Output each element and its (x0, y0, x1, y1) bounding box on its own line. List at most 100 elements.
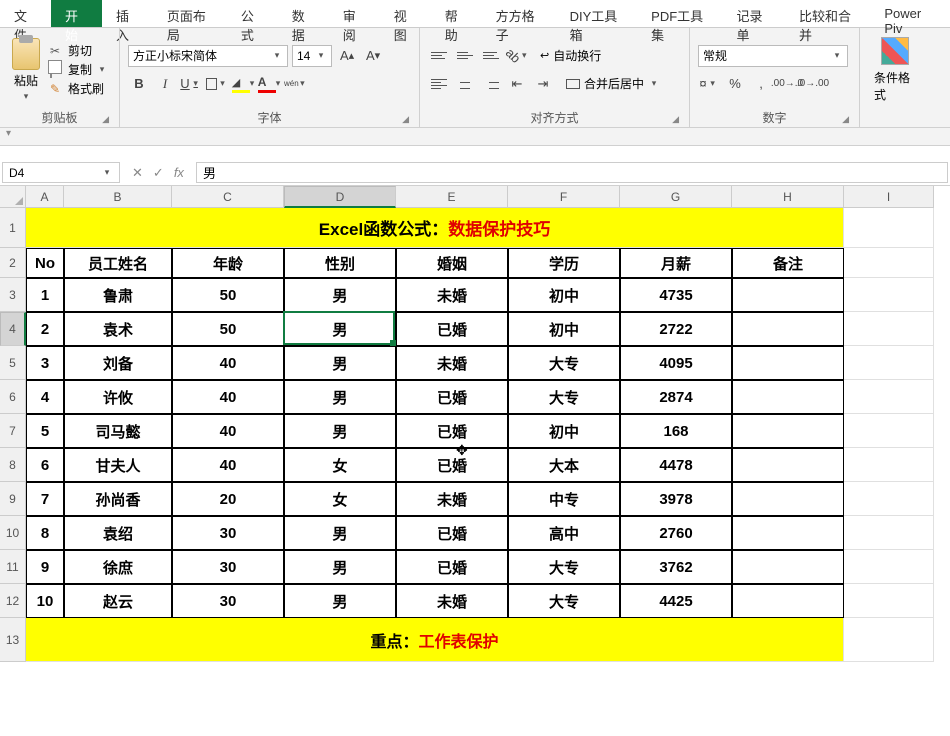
dialog-launcher-icon[interactable]: ◢ (698, 114, 849, 125)
fill-color-button[interactable]: ◢▾ (232, 73, 254, 95)
cell[interactable]: 未婚 (396, 584, 508, 618)
chevron-down-icon[interactable]: ▾ (101, 167, 113, 178)
menu-tab-4[interactable]: 公式 (227, 0, 278, 27)
cell[interactable] (844, 346, 934, 380)
cell[interactable]: 3 (26, 346, 64, 380)
title-cell[interactable]: Excel函数公式：数据保护技巧 (26, 208, 844, 248)
cell[interactable]: 已婚 (396, 380, 508, 414)
menu-tab-3[interactable]: 页面布局 (153, 0, 227, 27)
column-header[interactable]: A (26, 186, 64, 208)
cell[interactable]: 5 (26, 414, 64, 448)
font-color-button[interactable]: A▾ (258, 73, 280, 95)
align-middle-button[interactable] (454, 45, 476, 67)
align-top-button[interactable] (428, 45, 450, 67)
border-button[interactable]: ▾ (206, 73, 228, 95)
cell[interactable]: 4735 (620, 278, 732, 312)
cell[interactable] (844, 312, 934, 346)
quick-access-collapsed[interactable]: ▾ (0, 128, 950, 146)
cell[interactable]: 3762 (620, 550, 732, 584)
cell[interactable]: 大专 (508, 584, 620, 618)
enter-icon[interactable]: ✓ (153, 165, 164, 181)
cell[interactable]: 刘备 (64, 346, 172, 380)
cell[interactable] (844, 208, 934, 248)
align-left-button[interactable] (428, 73, 450, 95)
menu-tab-8[interactable]: 帮助 (431, 0, 482, 27)
row-header[interactable]: 12 (0, 584, 26, 618)
menu-tab-13[interactable]: 比较和合并 (785, 0, 870, 27)
row-header[interactable]: 5 (0, 346, 26, 380)
cell[interactable]: 已婚 (396, 550, 508, 584)
column-header[interactable]: H (732, 186, 844, 208)
cell[interactable]: 30 (172, 584, 284, 618)
conditional-format-button[interactable]: 条件格式 (868, 37, 922, 103)
cell[interactable]: 2722 (620, 312, 732, 346)
chevron-down-icon[interactable]: ▾ (96, 64, 108, 75)
cell[interactable]: 2 (26, 312, 64, 346)
cell[interactable]: 孙尚香 (64, 482, 172, 516)
cell[interactable]: 4095 (620, 346, 732, 380)
italic-button[interactable]: I (154, 73, 176, 95)
cell[interactable]: 40 (172, 414, 284, 448)
copy-button[interactable]: 复制▾ (50, 60, 108, 79)
cell[interactable]: 许攸 (64, 380, 172, 414)
menu-tab-1[interactable]: 开始 (51, 0, 102, 27)
cell[interactable] (732, 584, 844, 618)
cell[interactable]: 8 (26, 516, 64, 550)
menu-tab-10[interactable]: DIY工具箱 (556, 0, 638, 27)
column-header[interactable]: G (620, 186, 732, 208)
menu-tab-11[interactable]: PDF工具集 (637, 0, 722, 27)
cells-area[interactable]: Excel函数公式：数据保护技巧No员工姓名年龄性别婚姻学历月薪备注1鲁肃50男… (26, 208, 950, 662)
cell[interactable]: 已婚 (396, 448, 508, 482)
cell[interactable]: 大本 (508, 448, 620, 482)
percent-button[interactable]: % (724, 73, 746, 95)
font-size-select[interactable]: 14▾ (292, 45, 332, 67)
cell[interactable]: 4425 (620, 584, 732, 618)
font-name-select[interactable]: 方正小标宋简体▾ (128, 45, 288, 67)
column-header[interactable]: C (172, 186, 284, 208)
cell[interactable]: 女 (284, 482, 396, 516)
cell[interactable]: 30 (172, 550, 284, 584)
cell[interactable]: 学历 (508, 248, 620, 278)
cell[interactable] (844, 550, 934, 584)
cell[interactable] (732, 312, 844, 346)
cell[interactable]: 未婚 (396, 346, 508, 380)
menu-tab-14[interactable]: Power Piv (870, 0, 950, 27)
cell[interactable]: 男 (284, 584, 396, 618)
cell[interactable]: 大专 (508, 550, 620, 584)
row-header[interactable]: 1 (0, 208, 26, 248)
cell[interactable]: 赵云 (64, 584, 172, 618)
cell[interactable]: 40 (172, 346, 284, 380)
cell[interactable]: 20 (172, 482, 284, 516)
wrap-text-button[interactable]: ↩自动换行 (540, 46, 601, 65)
cell[interactable]: 备注 (732, 248, 844, 278)
footer-cell[interactable]: 重点：工作表保护 (26, 618, 844, 662)
cell[interactable]: 4478 (620, 448, 732, 482)
cell[interactable]: 鲁肃 (64, 278, 172, 312)
select-all-corner[interactable] (0, 186, 26, 208)
spreadsheet-grid[interactable]: 12345678910111213 ABCDEFGHI Excel函数公式：数据… (0, 186, 950, 704)
row-header[interactable]: 10 (0, 516, 26, 550)
cell[interactable]: 40 (172, 380, 284, 414)
cell[interactable]: 初中 (508, 312, 620, 346)
cell[interactable] (844, 414, 934, 448)
menu-tab-7[interactable]: 视图 (380, 0, 431, 27)
cell[interactable] (732, 346, 844, 380)
cell[interactable] (844, 448, 934, 482)
cell[interactable] (732, 414, 844, 448)
column-header[interactable]: B (64, 186, 172, 208)
cell[interactable]: 50 (172, 278, 284, 312)
cell[interactable]: 9 (26, 550, 64, 584)
cell[interactable]: 婚姻 (396, 248, 508, 278)
paste-button[interactable]: 粘贴 ▾ (8, 38, 44, 102)
cell[interactable]: 袁术 (64, 312, 172, 346)
dialog-launcher-icon[interactable]: ◢ (428, 114, 679, 125)
cell[interactable]: 已婚 (396, 312, 508, 346)
cell[interactable] (732, 278, 844, 312)
cell[interactable] (732, 516, 844, 550)
cell[interactable] (844, 482, 934, 516)
cell[interactable] (844, 584, 934, 618)
decrease-decimal-button[interactable]: .0→.00 (802, 73, 824, 95)
row-header[interactable]: 7 (0, 414, 26, 448)
column-header[interactable]: D (284, 186, 396, 208)
row-header[interactable]: 8 (0, 448, 26, 482)
